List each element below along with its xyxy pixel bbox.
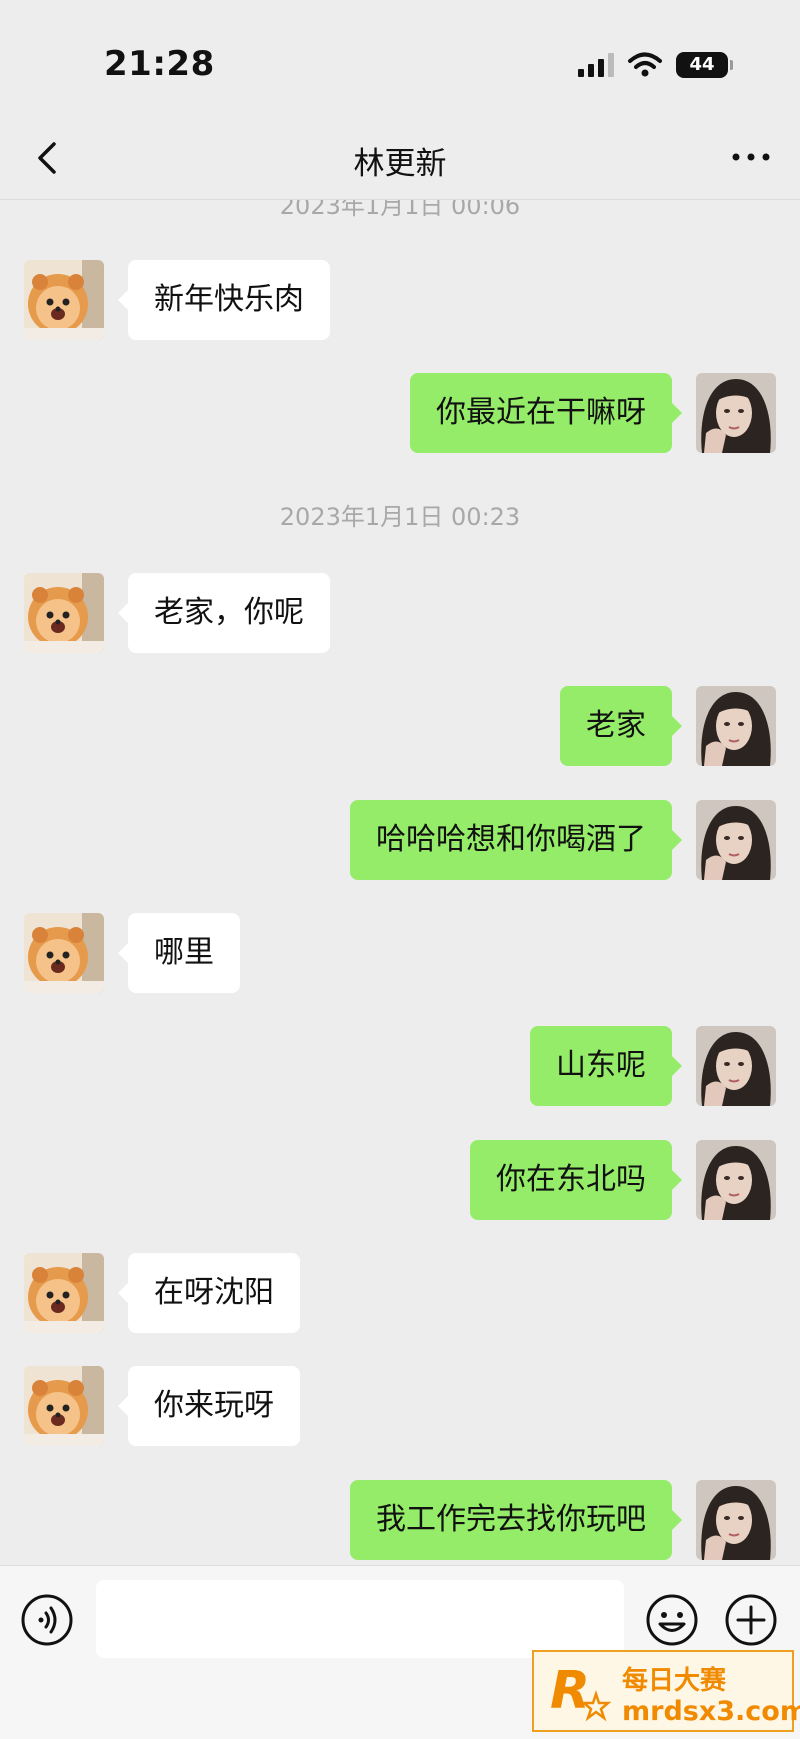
avatar-contact[interactable]: [24, 1366, 104, 1446]
avatar-self[interactable]: [696, 373, 776, 453]
ellipsis-icon[interactable]: [726, 142, 776, 172]
emoji-icon[interactable]: [645, 1593, 699, 1647]
plus-icon[interactable]: [724, 1593, 778, 1647]
avatar-self[interactable]: [696, 686, 776, 766]
avatar-contact[interactable]: [24, 260, 104, 340]
status-time: 21:28: [104, 44, 215, 84]
message-sent[interactable]: 你最近在干嘛呀: [410, 373, 682, 453]
avatar-contact[interactable]: [24, 573, 104, 653]
voice-icon[interactable]: [20, 1593, 74, 1647]
avatar-contact[interactable]: [24, 913, 104, 993]
avatar-self[interactable]: [696, 1480, 776, 1560]
timestamp: 2023年1月1日 00:06: [279, 200, 521, 220]
avatar-self[interactable]: [696, 800, 776, 880]
message-received[interactable]: 老家，你呢: [118, 573, 330, 653]
wifi-icon: [628, 52, 662, 77]
message-sent[interactable]: 山东呢: [530, 1026, 682, 1106]
avatar-contact[interactable]: [24, 1253, 104, 1333]
battery-indicator: 44: [676, 52, 733, 78]
status-bar: 21:28 44: [0, 0, 800, 120]
nav-bar: 林更新: [0, 120, 800, 200]
message-received[interactable]: 你来玩呀: [118, 1366, 300, 1446]
status-icons: 44: [578, 50, 733, 80]
message-sent[interactable]: 哈哈哈想和你喝酒了: [350, 800, 682, 880]
message-received[interactable]: 哪里: [118, 913, 240, 993]
chat-area[interactable]: 2023年1月1日 00:06 新年快乐肉 你最近在干嘛呀 2023年1月1日 …: [0, 200, 800, 1565]
message-sent[interactable]: 我工作完去找你玩吧: [350, 1480, 682, 1560]
timestamp: 2023年1月1日 00:23: [279, 503, 521, 531]
site-logo: R: [550, 1661, 612, 1722]
avatar-self[interactable]: [696, 1026, 776, 1106]
message-received[interactable]: 新年快乐肉: [118, 260, 330, 340]
avatar-self[interactable]: [696, 1140, 776, 1220]
cellular-signal-icon: [578, 53, 614, 77]
message-sent[interactable]: 老家: [560, 686, 682, 766]
chat-title: 林更新: [353, 146, 447, 182]
watermark-title: 每日大赛: [622, 1666, 727, 1696]
message-received[interactable]: 在呀沈阳: [118, 1253, 300, 1333]
watermark-url: mrdsx3.com: [622, 1696, 800, 1727]
message-input[interactable]: [96, 1580, 624, 1658]
watermark: R 每日大赛 mrdsx3.com: [532, 1650, 800, 1732]
message-sent[interactable]: 你在东北吗: [470, 1140, 682, 1220]
svg-text:R: R: [550, 1661, 590, 1721]
